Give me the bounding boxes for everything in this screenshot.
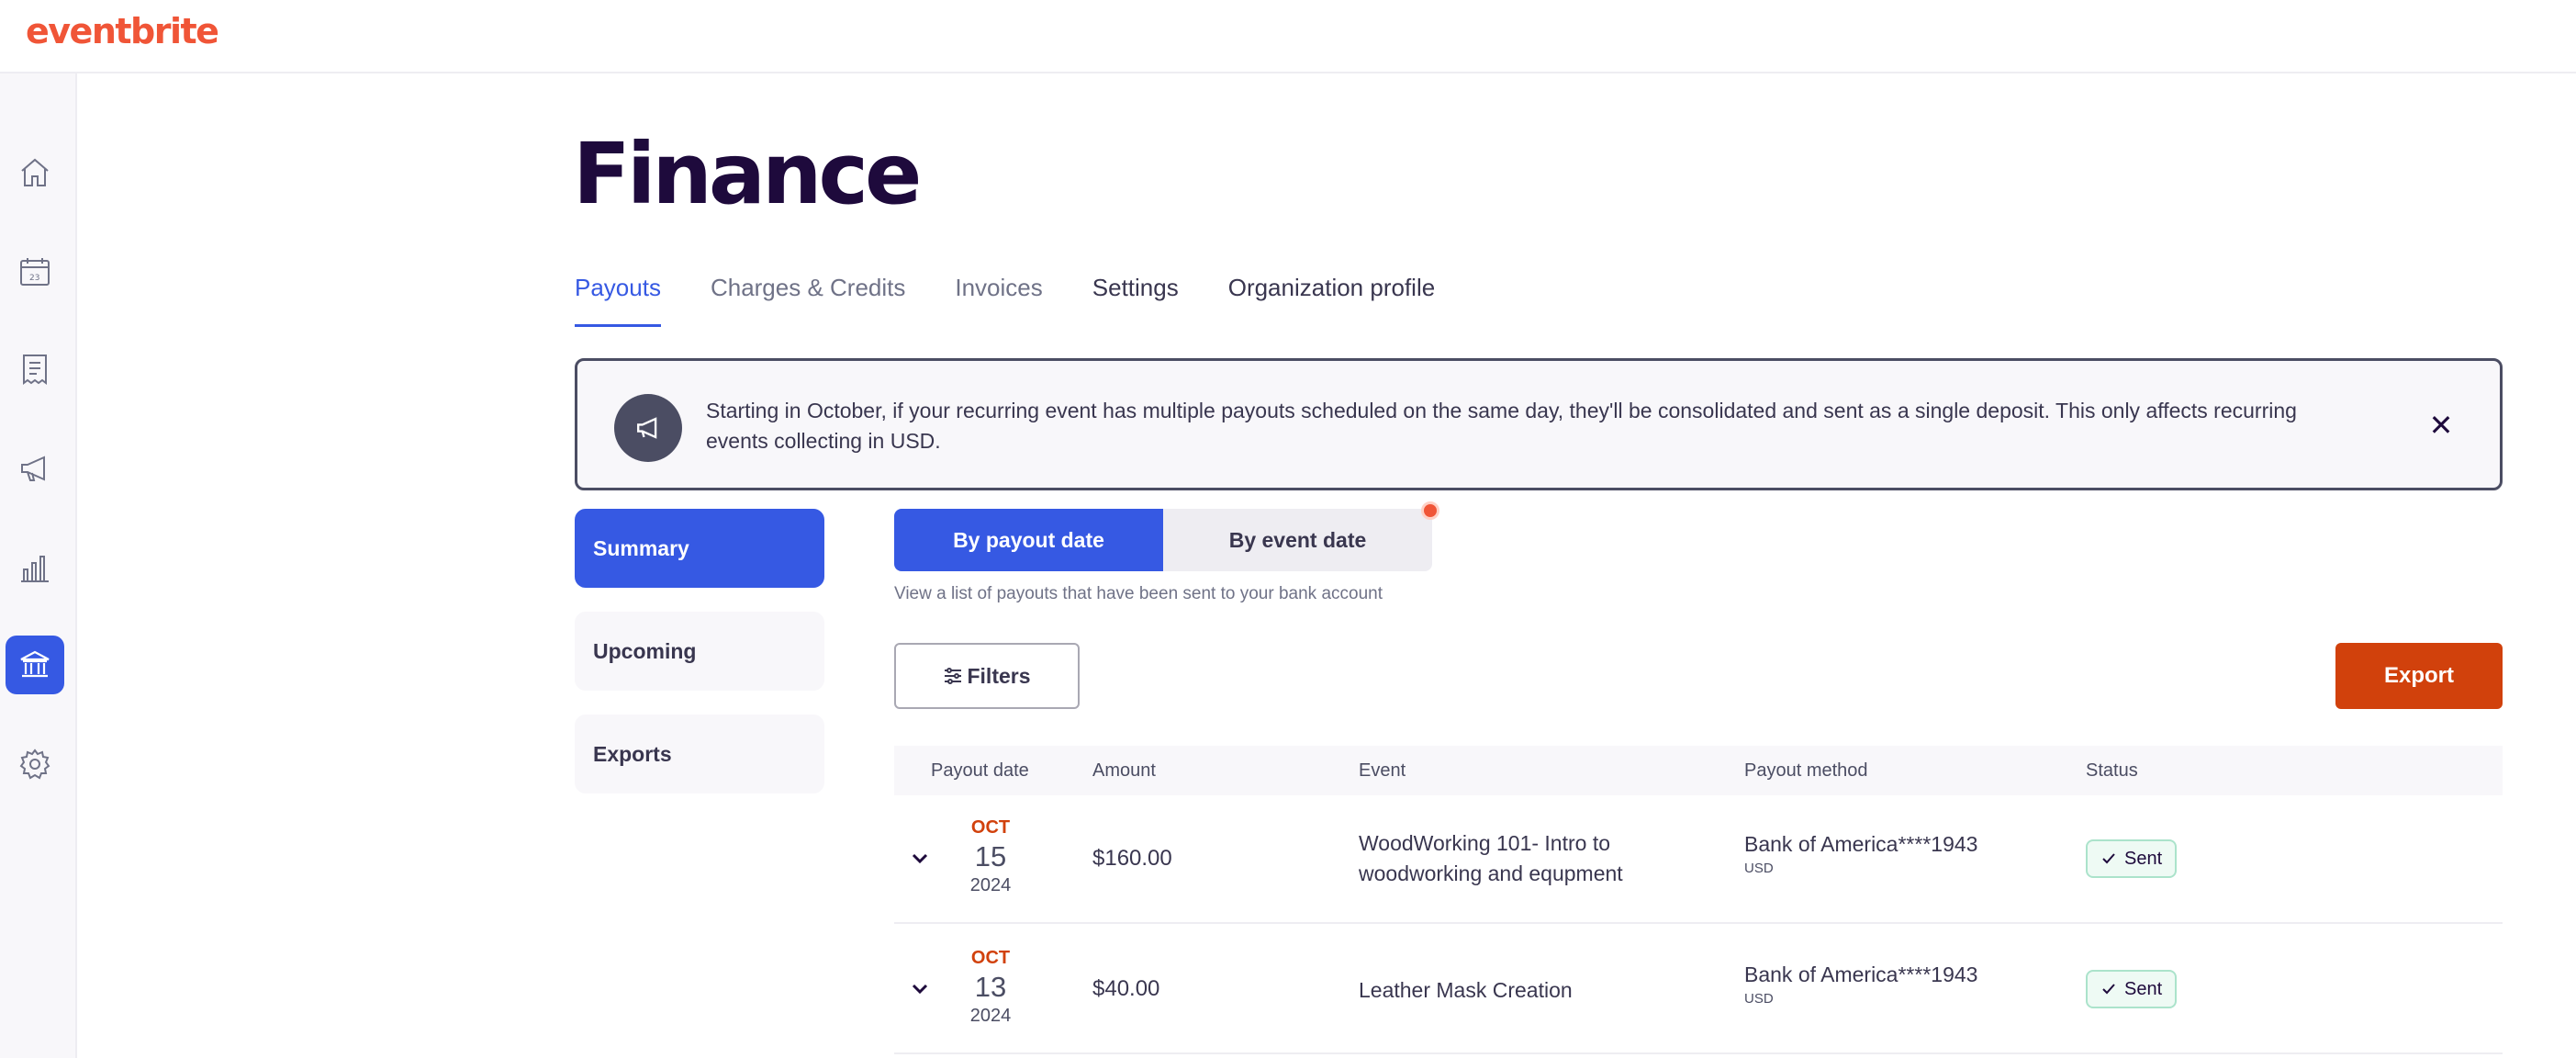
payout-day: 13 xyxy=(974,971,1007,1003)
check-icon xyxy=(2102,853,2115,864)
payout-month: OCT xyxy=(970,948,1011,968)
calendar-icon[interactable]: 23 xyxy=(6,242,64,301)
chevron-down-icon[interactable] xyxy=(905,974,935,1003)
tab-payouts[interactable]: Payouts xyxy=(575,274,661,327)
by-event-date-button[interactable]: By event date xyxy=(1163,509,1432,571)
status-badge: Sent xyxy=(2086,970,2178,1008)
table-row[interactable]: OCT 15 2024 $160.00 WoodWorking 101- Int… xyxy=(894,795,2503,924)
subnav-summary[interactable]: Summary xyxy=(575,509,824,588)
check-icon xyxy=(2102,984,2115,995)
currency: USD xyxy=(1744,991,1774,1007)
filters-label: Filters xyxy=(967,663,1031,688)
bank-account: Bank of America****1943 xyxy=(1744,962,1978,986)
tab-charges-credits[interactable]: Charges & Credits xyxy=(711,274,905,327)
megaphone-icon xyxy=(614,394,682,462)
view-description: View a list of payouts that have been se… xyxy=(894,584,1383,603)
payout-day: 15 xyxy=(974,840,1007,872)
tab-settings[interactable]: Settings xyxy=(1092,274,1179,327)
svg-text:23: 23 xyxy=(29,274,39,283)
subnav-exports[interactable]: Exports xyxy=(575,715,824,794)
column-payout-date[interactable]: Payout date xyxy=(931,760,1029,782)
payout-date: OCT 15 2024 xyxy=(947,817,1034,896)
by-payout-date-button[interactable]: By payout date xyxy=(894,509,1163,571)
status-label: Sent xyxy=(2124,848,2163,869)
column-payout-method[interactable]: Payout method xyxy=(1744,760,1868,782)
event-name: WoodWorking 101- Intro to woodworking an… xyxy=(1359,831,1623,885)
export-button[interactable]: Export xyxy=(2335,643,2503,709)
payout-method: Bank of America****1943 USD xyxy=(1744,832,1977,876)
banner-message: Starting in October, if your recurring e… xyxy=(706,399,2297,453)
close-icon[interactable]: ✕ xyxy=(2423,407,2459,444)
marketing-icon[interactable] xyxy=(6,439,64,498)
payout-amount: $160.00 xyxy=(1092,846,1172,871)
home-icon[interactable] xyxy=(6,143,64,202)
tab-invoices[interactable]: Invoices xyxy=(955,274,1042,327)
finance-bank-icon[interactable] xyxy=(6,636,64,694)
payout-date: OCT 13 2024 xyxy=(947,948,1034,1027)
tab-organization-profile[interactable]: Organization profile xyxy=(1228,274,1435,327)
payout-method: Bank of America****1943 USD xyxy=(1744,962,1977,1007)
side-navigation: 23 xyxy=(0,73,77,1058)
chevron-down-icon[interactable] xyxy=(905,843,935,872)
filter-icon xyxy=(945,668,962,684)
eventbrite-logo[interactable]: eventbrite xyxy=(26,11,219,51)
reports-icon[interactable] xyxy=(6,538,64,597)
status-badge: Sent xyxy=(2086,839,2178,878)
column-amount[interactable]: Amount xyxy=(1092,760,1156,782)
filters-button[interactable]: Filters xyxy=(894,643,1080,709)
new-feature-dot xyxy=(1421,501,1439,520)
column-status[interactable]: Status xyxy=(2086,760,2138,782)
view-toggle: By payout date By event date xyxy=(894,509,1432,571)
event-name: Leather Mask Creation xyxy=(1359,978,1573,1002)
orders-icon[interactable] xyxy=(6,340,64,399)
status-label: Sent xyxy=(2124,978,2163,999)
info-banner: Starting in October, if your recurring e… xyxy=(575,358,2503,490)
subnav-upcoming[interactable]: Upcoming xyxy=(575,612,824,691)
settings-icon[interactable] xyxy=(6,735,64,794)
table-header: Payout date Amount Event Payout method S… xyxy=(894,746,2503,795)
payout-year: 2024 xyxy=(969,875,1012,895)
bank-account: Bank of America****1943 xyxy=(1744,832,1978,856)
payout-year: 2024 xyxy=(969,1006,1012,1026)
column-event[interactable]: Event xyxy=(1359,760,1406,782)
page-title: Finance xyxy=(573,125,922,223)
payout-month: OCT xyxy=(970,817,1011,838)
top-bar: eventbrite xyxy=(0,0,2576,73)
payout-amount: $40.00 xyxy=(1092,976,1160,1001)
currency: USD xyxy=(1744,861,1774,876)
table-row[interactable]: OCT 13 2024 $40.00 Leather Mask Creation… xyxy=(894,926,2503,1054)
finance-tabs: Payouts Charges & Credits Invoices Setti… xyxy=(575,274,1484,327)
